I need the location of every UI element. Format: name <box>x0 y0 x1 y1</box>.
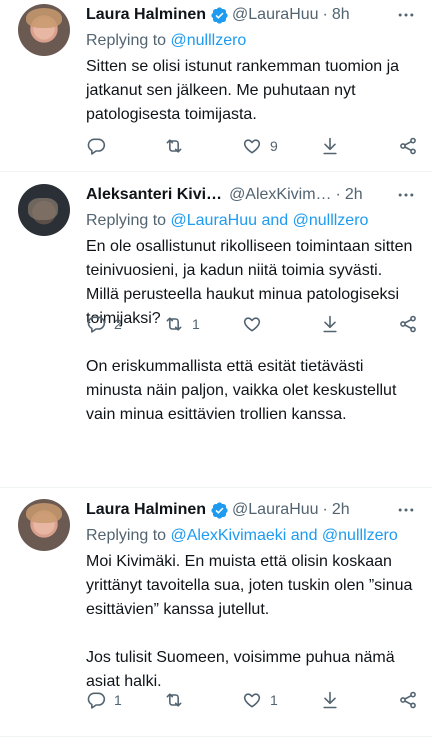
reply-icon <box>87 138 106 155</box>
author-name[interactable]: Laura Halminen <box>86 6 206 24</box>
share-icon <box>400 691 416 709</box>
more-icon[interactable] <box>396 500 416 520</box>
retweet-count: 1 <box>192 316 200 332</box>
timestamp[interactable]: 8h <box>332 6 350 24</box>
replying-prefix: Replying to <box>86 32 171 49</box>
replying-to: Replying to @AlexKivimaeki and @nulllzer… <box>86 526 416 546</box>
tweet-text: Moi Kivimäki. En muista että olisin kosk… <box>86 553 413 690</box>
share-icon <box>400 137 416 155</box>
download-button[interactable] <box>320 314 360 334</box>
share-icon <box>400 315 416 333</box>
replying-to: Replying to @LauraHuu and @nulllzero <box>86 211 416 231</box>
mention-link[interactable]: @AlexKivimaeki and @nulllzero <box>171 527 398 544</box>
replying-prefix: Replying to <box>86 212 171 229</box>
reply-icon <box>87 692 106 709</box>
reply-button[interactable]: 1 <box>86 690 126 710</box>
mention-link[interactable]: @nulllzero <box>171 32 247 49</box>
reply-icon <box>87 316 106 333</box>
download-icon <box>323 691 337 709</box>
reply-count: 2 <box>114 316 122 332</box>
verified-badge-icon <box>211 501 228 519</box>
share-button[interactable] <box>398 314 418 334</box>
separator-dot: · <box>322 6 328 23</box>
action-bar: 1 1 <box>86 688 418 712</box>
author-handle[interactable]: @AlexKivim… <box>229 186 331 204</box>
like-button[interactable]: 9 <box>242 136 282 156</box>
share-button[interactable] <box>398 136 418 156</box>
replying-prefix: Replying to <box>86 527 171 544</box>
more-icon[interactable] <box>396 5 416 25</box>
retweet-button[interactable] <box>164 136 204 156</box>
download-button[interactable] <box>320 136 360 156</box>
reply-button[interactable]: 2 <box>86 314 126 334</box>
author-handle[interactable]: @LauraHuu <box>232 6 319 24</box>
like-icon <box>243 317 261 332</box>
reply-count: 1 <box>114 692 122 708</box>
timestamp[interactable]: 2h <box>345 186 363 204</box>
author-handle[interactable]: @LauraHuu <box>232 501 319 519</box>
tweet[interactable]: Laura Halminen @LauraHuu · 8h Replying t… <box>0 0 432 172</box>
like-button[interactable] <box>242 314 282 334</box>
like-count: 9 <box>270 138 278 154</box>
download-button[interactable] <box>320 690 360 710</box>
tweet[interactable]: Aleksanteri Kivi… @AlexKivim… · 2h Reply… <box>0 172 432 488</box>
like-icon <box>243 693 261 708</box>
retweet-icon <box>166 693 182 707</box>
retweet-icon <box>166 317 182 331</box>
retweet-button[interactable] <box>164 690 204 710</box>
separator-dot: · <box>322 501 328 518</box>
avatar[interactable] <box>18 4 70 56</box>
action-bar: 9 <box>86 134 418 158</box>
author-name[interactable]: Aleksanteri Kivi… <box>86 186 222 204</box>
tweet[interactable]: Laura Halminen @LauraHuu · 2h Replying t… <box>0 488 432 737</box>
retweet-icon <box>166 139 182 153</box>
more-icon[interactable] <box>396 185 416 205</box>
author-name[interactable]: Laura Halminen <box>86 501 206 519</box>
separator-dot: · <box>335 186 341 203</box>
like-button[interactable]: 1 <box>242 690 282 710</box>
download-icon <box>323 137 337 155</box>
download-icon <box>323 315 337 333</box>
action-bar: 2 1 <box>86 312 418 336</box>
replying-to: Replying to @nulllzero <box>86 31 416 51</box>
timestamp[interactable]: 2h <box>332 501 350 519</box>
verified-badge-icon <box>211 6 228 24</box>
retweet-button[interactable]: 1 <box>164 314 204 334</box>
avatar[interactable] <box>18 499 70 551</box>
like-icon <box>243 139 261 154</box>
avatar[interactable] <box>18 184 70 236</box>
like-count: 1 <box>270 692 278 708</box>
tweet-text: Sitten se olisi istunut rankemman tuomio… <box>86 58 400 123</box>
reply-button[interactable] <box>86 136 126 156</box>
mention-link[interactable]: @LauraHuu and @nulllzero <box>171 212 369 229</box>
share-button[interactable] <box>398 690 418 710</box>
